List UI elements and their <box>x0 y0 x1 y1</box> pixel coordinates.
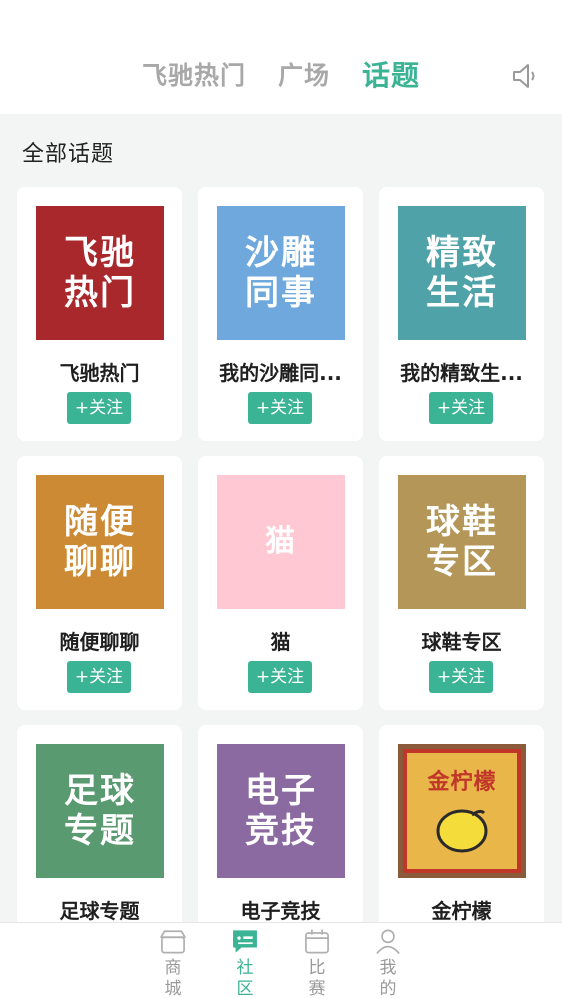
topic-cover: 电子 竞技 <box>217 744 345 878</box>
cover-text: 猫 <box>265 524 297 559</box>
nav-label: 社区 <box>236 958 254 999</box>
cover-text: 足球 <box>64 771 136 811</box>
cover-text: 精致 <box>426 233 498 273</box>
topic-name: 电子竞技 <box>240 899 321 923</box>
topic-name: 球鞋专区 <box>421 630 502 654</box>
tab-feichi-hot[interactable]: 飞驰热门 <box>142 56 246 96</box>
nav-store[interactable]: 商城 <box>143 923 203 999</box>
calendar-icon <box>305 929 329 954</box>
follow-button[interactable]: +关注 <box>429 392 493 424</box>
lemon-icon <box>436 809 488 853</box>
lemon-cover-art: 金柠檬 <box>403 749 521 873</box>
follow-button[interactable]: +关注 <box>67 392 131 424</box>
tab-square[interactable]: 广场 <box>278 56 330 96</box>
store-icon <box>160 930 186 954</box>
cover-text: 金柠檬 <box>427 770 497 795</box>
follow-button[interactable]: +关注 <box>248 392 312 424</box>
user-icon <box>376 929 400 954</box>
topic-name: 飞驰热门 <box>59 361 140 385</box>
cover-text: 聊聊 <box>64 542 136 582</box>
topic-card[interactable]: 球鞋 专区 球鞋专区 +关注 <box>379 456 544 710</box>
topic-card[interactable]: 精致 生活 我的精致生... +关注 <box>379 187 544 441</box>
tab-topics[interactable]: 话题 <box>362 56 420 96</box>
cover-text: 热门 <box>64 273 136 313</box>
nav-match[interactable]: 比赛 <box>287 923 347 999</box>
cover-text: 同事 <box>245 273 317 313</box>
nav-label: 我的 <box>379 958 397 999</box>
follow-button[interactable]: +关注 <box>429 661 493 693</box>
cover-text: 电子 <box>245 771 317 811</box>
nav-label: 商城 <box>164 958 182 999</box>
topic-card[interactable]: 飞驰 热门 飞驰热门 +关注 <box>17 187 182 441</box>
cover-text: 球鞋 <box>426 502 498 542</box>
topic-cover: 飞驰 热门 <box>36 206 164 340</box>
cover-text: 生活 <box>426 273 498 313</box>
nav-profile[interactable]: 我的 <box>358 923 418 999</box>
cover-text: 竞技 <box>245 811 317 851</box>
topic-cover: 随便 聊聊 <box>36 475 164 609</box>
topic-cover: 精致 生活 <box>398 206 526 340</box>
cover-text: 飞驰 <box>64 233 136 273</box>
speaker-icon[interactable] <box>510 60 542 92</box>
follow-button[interactable]: +关注 <box>67 661 131 693</box>
topic-cover: 沙雕 同事 <box>217 206 345 340</box>
cover-text: 专题 <box>64 811 136 851</box>
topic-name: 随便聊聊 <box>59 630 140 654</box>
topic-name: 我的精致生... <box>400 361 523 385</box>
topic-card[interactable]: 随便 聊聊 随便聊聊 +关注 <box>17 456 182 710</box>
topic-name: 我的沙雕同... <box>219 361 342 385</box>
cover-text: 专区 <box>426 542 498 582</box>
topic-name: 足球专题 <box>59 899 140 923</box>
topic-cover: 球鞋 专区 <box>398 475 526 609</box>
chat-icon <box>233 930 257 953</box>
topic-cover: 足球 专题 <box>36 744 164 878</box>
nav-label: 比赛 <box>308 958 326 999</box>
topic-name: 金柠檬 <box>431 899 492 923</box>
topic-card[interactable]: 猫 猫 +关注 <box>198 456 363 710</box>
topic-cover: 猫 <box>217 475 345 609</box>
follow-button[interactable]: +关注 <box>248 661 312 693</box>
bottom-nav: 商城 社区 比赛 我的 <box>0 922 562 999</box>
cover-text: 沙雕 <box>245 233 317 273</box>
topic-name: 猫 <box>270 630 291 654</box>
topic-card[interactable]: 沙雕 同事 我的沙雕同... +关注 <box>198 187 363 441</box>
top-bar: 飞驰热门 广场 话题 <box>0 0 562 114</box>
nav-community[interactable]: 社区 <box>215 923 275 999</box>
cover-text: 随便 <box>64 502 136 542</box>
topic-cover: 金柠檬 <box>398 744 526 878</box>
top-tabs: 飞驰热门 广场 话题 <box>0 56 562 96</box>
section-title: 全部话题 <box>22 142 115 167</box>
